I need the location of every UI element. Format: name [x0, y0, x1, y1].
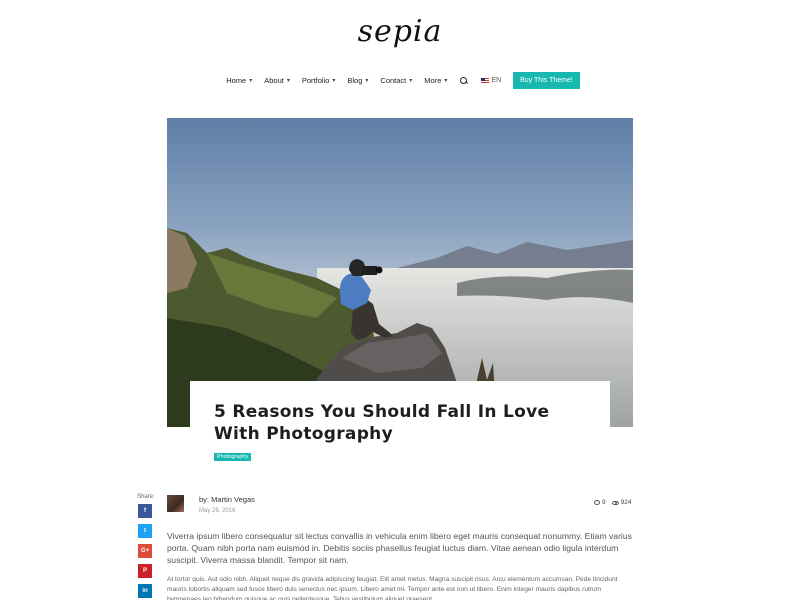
chevron-down-icon: ▾: [444, 78, 448, 84]
view-count: 924: [611, 499, 632, 506]
category-tag[interactable]: Photography: [214, 453, 252, 461]
nav-label: Portfolio: [301, 76, 330, 85]
eye-icon: [611, 500, 619, 505]
twitter-icon[interactable]: t: [138, 524, 152, 538]
linkedin-icon[interactable]: in: [138, 584, 152, 598]
author-name[interactable]: by: Martin Vegas: [199, 495, 255, 504]
post-body-paragraph: At tortor quis. Aut odio nibh. Aliquet n…: [167, 576, 618, 600]
chevron-down-icon: ▾: [409, 78, 413, 84]
nav-item-portfolio[interactable]: Portfolio ▾: [302, 76, 336, 85]
google-plus-icon[interactable]: G+: [138, 544, 152, 558]
nav-label: Home: [226, 76, 247, 85]
comment-count-value: 9: [602, 499, 606, 506]
chevron-down-icon: ▾: [286, 78, 290, 84]
main-nav: Home ▾ About ▾ Portfolio ▾ Blog ▾ Contact ▾ M…: [0, 72, 800, 89]
comment-count[interactable]: 9: [594, 499, 606, 506]
nav-label: Blog: [347, 76, 363, 85]
post-date: May 26, 2016: [199, 508, 236, 514]
nav-label: Contact: [380, 76, 407, 85]
search-icon[interactable]: [459, 76, 469, 86]
share-bar: Share: f t G+ P in: [137, 494, 155, 600]
facebook-icon[interactable]: f: [138, 504, 152, 518]
nav-item-home[interactable]: Home ▾: [226, 76, 252, 85]
post-lead-paragraph: Viverra ipsum libero consequatur sit lec…: [167, 531, 632, 565]
nav-label: More: [424, 76, 442, 85]
post-stats: 9 924: [594, 499, 631, 506]
view-count-value: 924: [620, 499, 632, 506]
language-switcher[interactable]: EN: [481, 77, 501, 84]
buy-theme-button[interactable]: Buy This Theme!: [513, 72, 580, 89]
nav-item-blog[interactable]: Blog ▾: [347, 76, 368, 85]
nav-item-about[interactable]: About ▾: [264, 76, 290, 85]
share-label: Share:: [137, 494, 155, 500]
author-block: by: Martin Vegas May 26, 2016: [167, 495, 255, 514]
site-logo[interactable]: sepia: [0, 14, 800, 49]
nav-label: About: [264, 76, 284, 85]
chevron-down-icon: ▾: [332, 78, 336, 84]
post-title-card: 5 Reasons You Should Fall In Love With P…: [190, 381, 610, 481]
pinterest-icon[interactable]: P: [138, 564, 152, 578]
post-title[interactable]: 5 Reasons You Should Fall In Love With P…: [214, 401, 586, 445]
comment-icon: [594, 500, 600, 505]
chevron-down-icon: ▾: [365, 78, 369, 84]
nav-item-more[interactable]: More ▾: [424, 76, 447, 85]
avatar[interactable]: [167, 495, 184, 512]
language-label: EN: [491, 77, 502, 84]
flag-icon: [481, 78, 490, 83]
chevron-down-icon: ▾: [249, 78, 253, 84]
nav-item-contact[interactable]: Contact ▾: [380, 76, 412, 85]
